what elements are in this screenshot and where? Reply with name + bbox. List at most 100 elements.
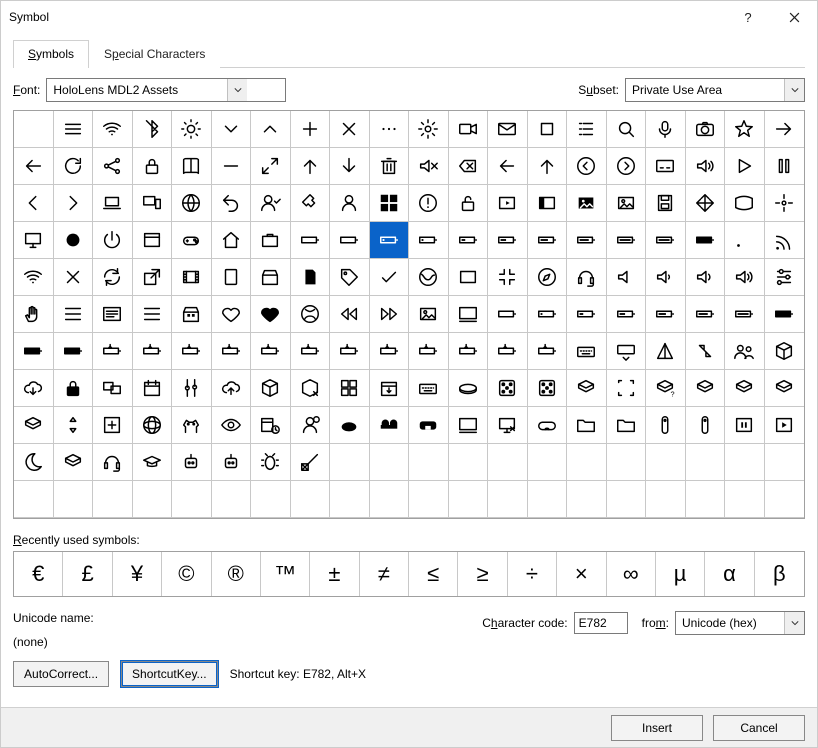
down-icon[interactable] bbox=[330, 148, 370, 185]
recent-symbol[interactable]: £ bbox=[63, 552, 112, 596]
compass-icon[interactable] bbox=[528, 259, 568, 296]
folder-icon[interactable] bbox=[607, 407, 647, 444]
robot-icon[interactable] bbox=[212, 444, 252, 481]
folder-icon[interactable] bbox=[567, 407, 607, 444]
pin-icon[interactable] bbox=[291, 185, 331, 222]
briefcase-icon[interactable] bbox=[251, 222, 291, 259]
font-combo[interactable] bbox=[46, 78, 286, 102]
recent-symbol[interactable]: β bbox=[755, 552, 804, 596]
gear-icon[interactable] bbox=[409, 111, 449, 148]
pauserect-icon[interactable] bbox=[725, 407, 765, 444]
lock-icon[interactable] bbox=[133, 148, 173, 185]
usercheck-icon[interactable] bbox=[251, 185, 291, 222]
autocorrect-button[interactable]: AutoCorrect... bbox=[13, 661, 109, 687]
blank-icon[interactable] bbox=[765, 481, 805, 518]
recent-symbol[interactable]: α bbox=[705, 552, 754, 596]
cube-icon[interactable] bbox=[765, 333, 805, 370]
grid4-icon[interactable] bbox=[330, 370, 370, 407]
vr-icon[interactable] bbox=[409, 407, 449, 444]
batt4-icon[interactable] bbox=[528, 222, 568, 259]
blank-icon[interactable] bbox=[607, 444, 647, 481]
blank-icon[interactable] bbox=[528, 481, 568, 518]
blank-icon[interactable] bbox=[686, 444, 726, 481]
goggles-icon[interactable] bbox=[528, 407, 568, 444]
scan-icon[interactable] bbox=[607, 370, 647, 407]
people-icon[interactable] bbox=[725, 333, 765, 370]
moon-icon[interactable] bbox=[14, 444, 54, 481]
blank-icon[interactable] bbox=[93, 481, 133, 518]
wifi-icon[interactable] bbox=[14, 259, 54, 296]
batt2-icon[interactable] bbox=[567, 296, 607, 333]
blank-icon[interactable] bbox=[488, 481, 528, 518]
battc-icon[interactable] bbox=[133, 333, 173, 370]
winlogo-icon[interactable] bbox=[370, 185, 410, 222]
cc-icon[interactable] bbox=[646, 148, 686, 185]
subset-combo[interactable]: Private Use Area bbox=[625, 78, 805, 102]
batt4-icon[interactable] bbox=[646, 296, 686, 333]
monx-icon[interactable] bbox=[488, 407, 528, 444]
tablet-icon[interactable] bbox=[212, 259, 252, 296]
blank-icon[interactable] bbox=[449, 481, 489, 518]
ruler-icon[interactable] bbox=[291, 444, 331, 481]
brightness-icon[interactable] bbox=[172, 111, 212, 148]
blank-icon[interactable] bbox=[528, 444, 568, 481]
battfull-icon[interactable] bbox=[765, 296, 805, 333]
cube-icon[interactable] bbox=[251, 370, 291, 407]
close-icon[interactable] bbox=[771, 1, 817, 33]
dots-icon[interactable] bbox=[370, 111, 410, 148]
from-combo[interactable]: Unicode (hex) bbox=[675, 611, 805, 635]
sd-icon[interactable] bbox=[291, 259, 331, 296]
chevron-down-icon[interactable] bbox=[227, 79, 247, 101]
caldown-icon[interactable] bbox=[370, 370, 410, 407]
imageout-icon[interactable] bbox=[409, 296, 449, 333]
headset-icon[interactable] bbox=[93, 444, 133, 481]
chevleft-icon[interactable] bbox=[14, 185, 54, 222]
rect-icon[interactable] bbox=[449, 259, 489, 296]
blank-icon[interactable] bbox=[251, 481, 291, 518]
dice-icon[interactable] bbox=[488, 370, 528, 407]
stop-icon[interactable] bbox=[528, 111, 568, 148]
battc-icon[interactable] bbox=[370, 333, 410, 370]
cancel-button[interactable]: Cancel bbox=[713, 715, 805, 741]
sliders-icon[interactable] bbox=[765, 259, 805, 296]
search-icon[interactable] bbox=[607, 111, 647, 148]
battc-icon[interactable] bbox=[330, 333, 370, 370]
mail-icon[interactable] bbox=[488, 111, 528, 148]
dog-icon[interactable] bbox=[172, 407, 212, 444]
blank-icon[interactable] bbox=[133, 481, 173, 518]
winstore-icon[interactable] bbox=[172, 296, 212, 333]
blank-icon[interactable] bbox=[567, 444, 607, 481]
x-icon[interactable] bbox=[54, 259, 94, 296]
batt-icon[interactable] bbox=[291, 222, 331, 259]
blank-icon[interactable] bbox=[449, 444, 489, 481]
batt5-icon[interactable] bbox=[567, 222, 607, 259]
refresh-icon[interactable] bbox=[54, 148, 94, 185]
batt1-icon[interactable] bbox=[528, 296, 568, 333]
mic-icon[interactable] bbox=[646, 111, 686, 148]
external-icon[interactable] bbox=[133, 259, 173, 296]
home-icon[interactable] bbox=[212, 222, 252, 259]
blank-icon[interactable] bbox=[607, 481, 647, 518]
backspace-icon[interactable] bbox=[449, 148, 489, 185]
recent-symbol[interactable]: © bbox=[162, 552, 211, 596]
blank-icon[interactable] bbox=[14, 111, 54, 148]
recent-symbol[interactable]: € bbox=[14, 552, 63, 596]
keyboard-icon[interactable] bbox=[567, 333, 607, 370]
fold-icon[interactable] bbox=[567, 370, 607, 407]
blank-icon[interactable] bbox=[725, 481, 765, 518]
dot-icon[interactable] bbox=[725, 222, 765, 259]
minus-icon[interactable] bbox=[212, 148, 252, 185]
tab-special-characters[interactable]: Special Characters bbox=[89, 40, 220, 68]
playrect-icon[interactable] bbox=[488, 185, 528, 222]
collapse-icon[interactable] bbox=[251, 148, 291, 185]
save-icon[interactable] bbox=[646, 185, 686, 222]
headset-icon[interactable] bbox=[567, 259, 607, 296]
chevright-icon[interactable] bbox=[54, 185, 94, 222]
prev-icon[interactable] bbox=[330, 296, 370, 333]
symbol-grid[interactable]: ? bbox=[13, 110, 805, 519]
recent-symbol[interactable]: ÷ bbox=[508, 552, 557, 596]
battc-icon[interactable] bbox=[212, 333, 252, 370]
blank-icon[interactable] bbox=[291, 481, 331, 518]
imageout-icon[interactable] bbox=[607, 185, 647, 222]
list-icon[interactable] bbox=[54, 296, 94, 333]
